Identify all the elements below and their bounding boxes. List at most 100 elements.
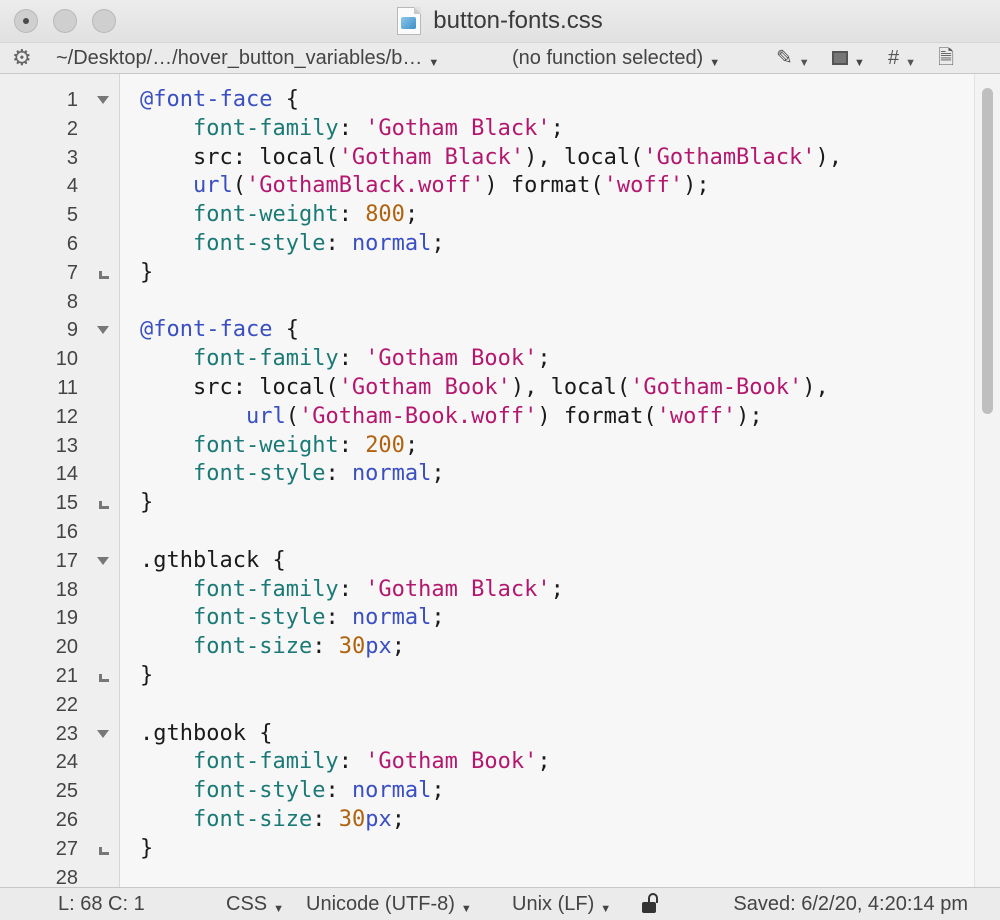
vertical-scrollbar[interactable] [974, 74, 1000, 887]
pen-icon[interactable]: ✎ ▼ [776, 43, 810, 73]
code-line[interactable]: .gthbook { [140, 720, 272, 749]
file-icon[interactable]: 🗎 [938, 43, 954, 73]
gear-icon[interactable]: ⚙ [12, 43, 32, 73]
code-line[interactable]: font-weight: 800; [140, 201, 418, 230]
line-number: 10 [55, 348, 78, 371]
code-token: font-family [192, 346, 339, 372]
code-line[interactable]: } [140, 662, 153, 691]
code-token: font-size [192, 807, 313, 832]
line-number: 22 [55, 693, 78, 716]
file-path-popup[interactable]: ~/Desktop/…/hover_button_variables/b… ▼ [56, 43, 439, 73]
code-line[interactable]: @font-face { [140, 86, 299, 115]
fold-end-icon[interactable] [96, 489, 110, 518]
line-endings-popup[interactable]: Unix (LF) ▼ [512, 888, 611, 920]
code-token: normal [351, 605, 432, 631]
code-token: ; [431, 461, 445, 487]
code-token: .gthbook [140, 720, 246, 746]
fold-end-icon[interactable] [96, 662, 110, 691]
code-token: : [325, 778, 352, 804]
code-token: ; [391, 807, 405, 832]
code-token: 'Gotham-Book.woff' [298, 403, 538, 429]
code-line[interactable]: font-family: 'Gotham Black'; [140, 115, 564, 144]
line-number: 15 [55, 492, 78, 515]
code-line[interactable]: } [140, 489, 153, 518]
code-line[interactable]: font-size: 30px; [140, 633, 405, 662]
line-number: 24 [55, 751, 78, 774]
code-editor[interactable]: 1 2 3 4 5 6 7 8 9 10 11 12 13 14 15 16 17 18 19 20 21 22 23 24 2… [0, 74, 1000, 887]
code-token: font-family [192, 749, 339, 775]
code-line[interactable]: font-family: 'Gotham Book'; [140, 748, 551, 777]
code-token: font-weight [192, 202, 339, 228]
code-token: : [312, 807, 339, 832]
code-token: 'Gotham Black' [338, 144, 525, 170]
fold-triangle-icon[interactable] [96, 720, 110, 749]
code-token: @font-face [140, 87, 273, 112]
saved-status: Saved: 6/2/20, 4:20:14 pm [733, 893, 968, 915]
code-token: font-style [192, 231, 326, 256]
code-token: : [312, 634, 339, 660]
code-line[interactable]: font-style: normal; [140, 460, 445, 489]
code-line[interactable]: url('GothamBlack.woff') format('woff'); [140, 172, 710, 201]
code-token: src: local( [140, 144, 339, 170]
css-document-icon[interactable] [397, 7, 422, 35]
line-number: 14 [55, 463, 78, 486]
encoding-popup[interactable]: Unicode (UTF-8) ▼ [306, 888, 472, 920]
code-line[interactable]: font-style: normal; [140, 230, 445, 259]
code-token: ) format( [537, 403, 657, 429]
function-popup[interactable]: (no function selected) ▼ [512, 43, 720, 73]
code-token: font-family [192, 576, 339, 602]
code-line[interactable]: src: local('Gotham Black'), local('Gotha… [140, 144, 842, 173]
code-token: 30 [338, 807, 366, 832]
cursor-position[interactable]: L: 68 C: 1 [58, 888, 145, 920]
line-number: 27 [55, 837, 78, 860]
navigation-bar: ⚙ ~/Desktop/…/hover_button_variables/b… ▼… [0, 42, 1000, 74]
code-line[interactable]: } [140, 835, 153, 864]
code-line[interactable]: font-family: 'Gotham Black'; [140, 576, 564, 605]
code-line[interactable]: } [140, 259, 153, 288]
line-number: 7 [66, 261, 78, 284]
hash-popup[interactable]: # ▼ [888, 43, 916, 73]
markers-icon [832, 51, 848, 65]
line-number: 12 [55, 405, 78, 428]
language-popup[interactable]: CSS ▼ [226, 888, 284, 920]
lock-icon[interactable] [640, 888, 662, 920]
fold-triangle-icon[interactable] [96, 86, 110, 115]
code-line[interactable]: @font-face { [140, 316, 299, 345]
code-line[interactable]: url('Gotham-Book.woff') format('woff'); [140, 403, 763, 432]
code-token: 800 [365, 202, 405, 228]
code-token: : [338, 202, 366, 228]
code-line[interactable]: font-size: 30px; [140, 806, 405, 835]
code-token: ), [815, 144, 843, 170]
code-line[interactable]: .gthblack { [140, 547, 286, 576]
fold-end-icon[interactable] [96, 835, 110, 864]
markers-popup[interactable]: ▼ [832, 43, 865, 73]
line-number: 18 [55, 578, 78, 601]
window-title: button-fonts.css [433, 7, 603, 34]
window-title-wrap: button-fonts.css [0, 0, 1000, 42]
code-token: : [325, 231, 352, 256]
language-label: CSS [226, 893, 268, 915]
fold-triangle-icon[interactable] [96, 547, 110, 576]
line-number: 3 [66, 146, 78, 169]
code-line[interactable]: font-style: normal; [140, 777, 445, 806]
code-token: } [140, 835, 154, 861]
fold-triangle-icon[interactable] [96, 316, 110, 345]
chevron-down-icon: ▼ [460, 903, 472, 915]
code-line[interactable]: font-family: 'Gotham Book'; [140, 345, 551, 374]
code-line[interactable]: font-weight: 200; [140, 432, 418, 461]
code-line[interactable]: src: local('Gotham Book'), local('Gotham… [140, 374, 829, 403]
title-bar: button-fonts.css [0, 0, 1000, 42]
code-line[interactable]: font-style: normal; [140, 604, 445, 633]
fold-end-icon[interactable] [96, 259, 110, 288]
scrollbar-thumb[interactable] [982, 88, 993, 414]
code-token: ; [537, 346, 551, 372]
